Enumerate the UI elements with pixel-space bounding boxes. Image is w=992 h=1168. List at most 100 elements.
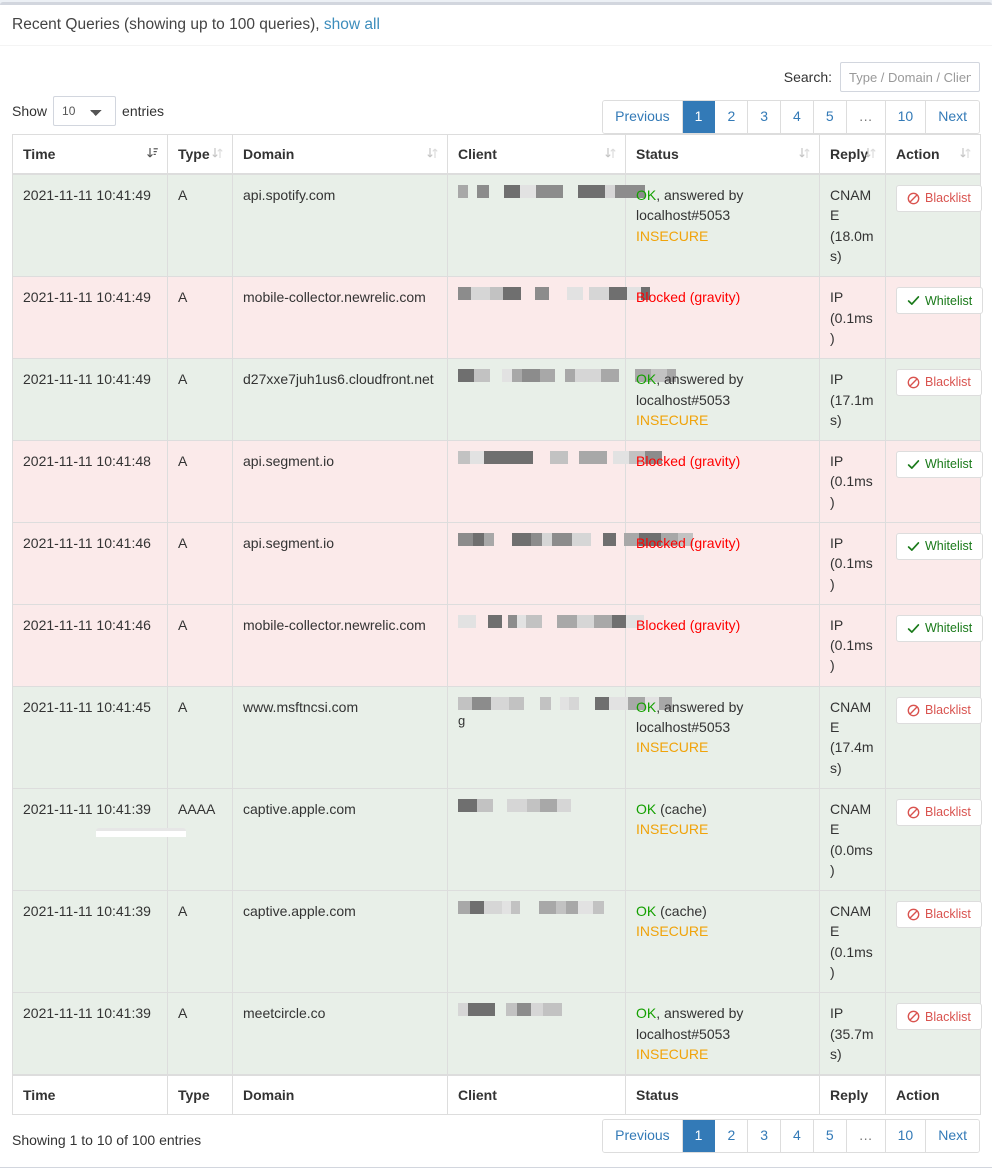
sort-both-icon [799, 147, 810, 161]
cell-domain: mobile-collector.newrelic.com [232, 276, 448, 360]
status-detail: (cache) [656, 800, 707, 817]
pagination-top-page-10[interactable]: 10 [885, 101, 927, 134]
card-body: Show 102550100All entries Search: Previo… [0, 46, 992, 1167]
page-length-control: Show 102550100All entries [12, 96, 164, 127]
pagination-bottom-page-2[interactable]: 2 [715, 1120, 749, 1153]
column-header-action[interactable]: Action [885, 134, 981, 176]
column-header-time[interactable]: Time [12, 134, 168, 176]
pagination-top[interactable]: Previous 1 2 3 4 5… 10 Next [602, 100, 980, 135]
blacklist-button[interactable]: Blacklist [896, 901, 982, 929]
column-header-label: Domain [243, 146, 295, 163]
show-label: Show [12, 103, 48, 120]
cell-type: A [167, 522, 233, 605]
pagination-top-page-5[interactable]: 5 [813, 101, 847, 134]
entries-info: Showing 1 to 10 of 100 entries [12, 1132, 202, 1149]
cell-action: Whitelist [885, 603, 984, 687]
column-header-domain[interactable]: Domain [232, 1074, 448, 1116]
check-icon [907, 542, 920, 551]
cell-action: Blacklist [885, 358, 982, 442]
pagination-bottom-next[interactable]: Next [926, 1120, 979, 1153]
cell-domain: d27xxe7juh1us6.cloudfront.net [232, 358, 448, 442]
pagination-top-next[interactable]: Next [926, 101, 979, 134]
column-header-reply[interactable]: Reply [819, 1074, 886, 1116]
column-header-label: Action [896, 1087, 940, 1104]
cell-client [447, 603, 644, 687]
sort-desc-icon [147, 148, 158, 158]
column-header-label: Time [23, 1087, 56, 1104]
pagination-top-previous[interactable]: Previous [603, 101, 683, 134]
cell-time: 2021-11-11 10:41:48 [12, 440, 168, 523]
client-redacted-blocks [458, 798, 617, 812]
column-header-time[interactable]: Time [12, 1074, 168, 1116]
pagination-top-page-2[interactable]: 2 [715, 101, 749, 134]
blacklist-button[interactable]: Blacklist [896, 798, 982, 826]
column-header-domain[interactable]: Domain [232, 134, 448, 176]
reply-duration: (0.1ms) [830, 473, 873, 510]
whitelist-button[interactable]: Whitelist [896, 614, 984, 642]
cell-status: OK, answered by localhost#5053 INSECURE [625, 173, 820, 278]
sort-both-icon [960, 147, 971, 161]
check-icon [907, 296, 920, 306]
sort-both-icon [427, 148, 438, 159]
column-header-client[interactable]: Client [447, 1074, 626, 1116]
whitelist-button[interactable]: Whitelist [896, 533, 984, 560]
action-button-label: Blacklist [925, 703, 971, 718]
status-dnssec-badge: INSECURE [636, 739, 709, 756]
reply-duration: (17.4ms) [830, 739, 874, 776]
whitelist-button[interactable]: Whitelist [896, 287, 984, 315]
status-dnssec-badge: INSECURE [636, 411, 709, 428]
cell-reply: IP (0.1ms) [819, 440, 886, 523]
cell-client [447, 787, 626, 892]
show-all-link[interactable]: show all [324, 16, 380, 33]
blacklist-button[interactable]: Blacklist [896, 1003, 982, 1031]
pagination-bottom-page-3[interactable]: 3 [748, 1120, 782, 1153]
status-main: OK [636, 698, 657, 715]
cell-status: Blocked (gravity) [625, 522, 820, 605]
status-main: Blocked (gravity) [636, 616, 741, 633]
action-button-label: Blacklist [925, 907, 971, 922]
pagination-bottom-page-5[interactable]: 5 [813, 1120, 847, 1153]
pagination-bottom-page-1[interactable]: 1 [682, 1120, 716, 1153]
pagination-bottom-page-10[interactable]: 10 [885, 1120, 927, 1153]
pagination-bottom-page-4[interactable]: 4 [781, 1120, 814, 1153]
column-header-status[interactable]: Status [625, 1074, 820, 1116]
search-input[interactable] [840, 62, 980, 93]
cell-client: g [447, 685, 672, 789]
sort-both-icon [212, 148, 223, 159]
pagination-bottom-previous[interactable]: Previous [603, 1120, 683, 1153]
column-header-label: Domain [243, 1087, 295, 1104]
cell-reply: IP (0.1ms) [819, 603, 886, 687]
pagination-top-page-1[interactable]: 1 [682, 101, 716, 134]
pagination-top-page-4[interactable]: 4 [781, 101, 814, 134]
column-header-reply[interactable]: Reply [819, 134, 886, 176]
reply-duration: (18.0ms) [830, 227, 874, 265]
reply-type: IP [830, 616, 844, 633]
client-redacted-blocks [458, 369, 676, 383]
sort-both-icon [799, 148, 810, 159]
cell-client [447, 440, 662, 523]
column-header-label: Client [458, 146, 497, 163]
ban-icon [907, 704, 920, 717]
table-footer-bar: Showing 1 to 10 of 100 entries Previous 1… [12, 1115, 980, 1167]
column-header-action[interactable]: Action [885, 1074, 981, 1116]
column-header-client[interactable]: Client [447, 134, 626, 176]
cell-reply: IP (35.7ms) [819, 992, 886, 1076]
column-header-type[interactable]: Type [167, 1074, 233, 1116]
cell-status: OK (cache) INSECURE [625, 787, 820, 892]
reply-duration: (0.0ms) [830, 841, 873, 878]
whitelist-button[interactable]: Whitelist [896, 451, 984, 479]
blacklist-button[interactable]: Blacklist [896, 369, 982, 397]
cell-action: Whitelist [885, 276, 984, 360]
client-redacted-blocks [458, 287, 650, 301]
pagination-bottom[interactable]: Previous 1 2 3 4 5… 10 Next [602, 1119, 980, 1154]
blacklist-button[interactable]: Blacklist [896, 185, 982, 213]
page-length-select[interactable]: 102550100All [53, 96, 117, 127]
column-header-type[interactable]: Type [167, 134, 233, 176]
pagination-top-page-3[interactable]: 3 [748, 101, 782, 134]
cell-time: 2021-11-11 10:41:39 [12, 787, 168, 892]
blacklist-button[interactable]: Blacklist [896, 696, 982, 724]
column-header-status[interactable]: Status [625, 134, 820, 176]
status-detail: (cache) [656, 903, 707, 920]
cell-domain: meetcircle.co [232, 992, 448, 1076]
client-redacted-blocks [458, 614, 644, 628]
